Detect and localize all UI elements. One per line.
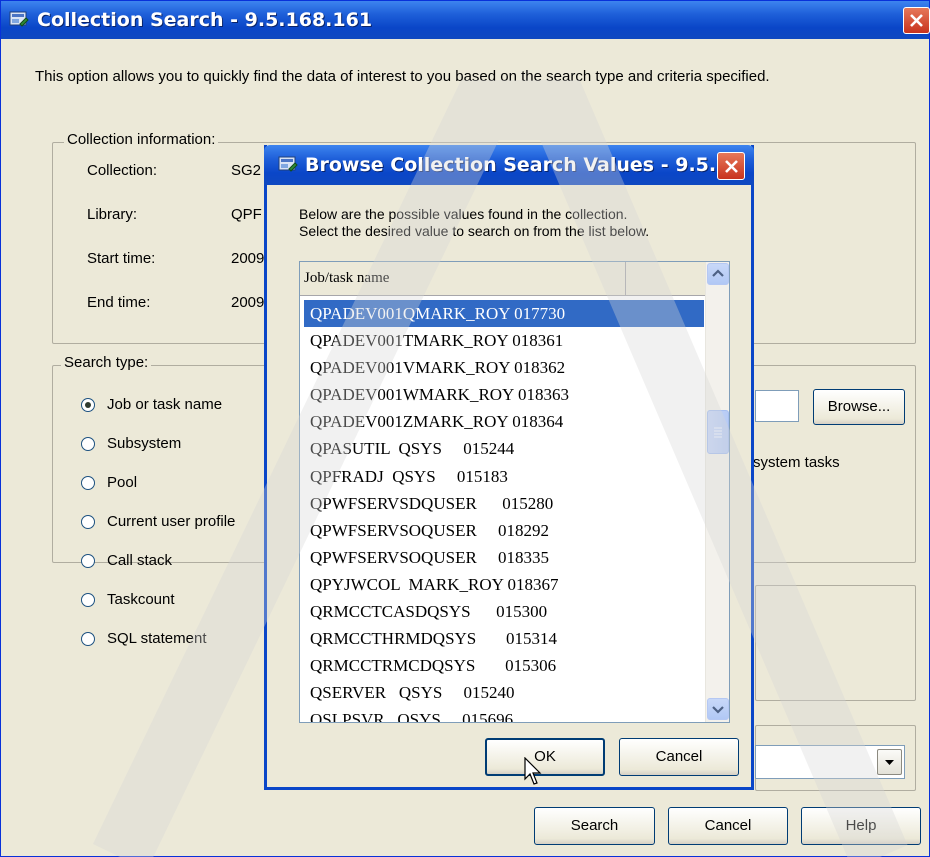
dropdown-arrow-icon: [885, 760, 894, 765]
column-header-job-task-name[interactable]: Job/task name: [300, 262, 626, 295]
list-item[interactable]: QPADEV001VMARK_ROY 018362: [304, 354, 704, 381]
library-label: Library:: [87, 206, 138, 223]
radio-taskcount[interactable]: [81, 593, 95, 607]
cancel-button[interactable]: Cancel: [668, 807, 788, 845]
start-time-value: 2009: [231, 250, 265, 267]
list-item[interactable]: QPASUTIL QSYS 015244: [304, 435, 704, 462]
mouse-cursor-icon: [524, 757, 542, 785]
end-time-label: End time:: [87, 294, 151, 311]
list-item[interactable]: QPADEV001WMARK_ROY 018363: [304, 381, 704, 408]
end-time-value: 2009: [231, 294, 265, 311]
main-close-button[interactable]: [903, 7, 930, 34]
radio-label-pool[interactable]: Pool: [107, 474, 137, 491]
radio-call-stack[interactable]: [81, 554, 95, 568]
radio-label-subsystem[interactable]: Subsystem: [107, 435, 181, 452]
list-item[interactable]: QRMCCTRMCDQSYS 015306: [304, 652, 704, 679]
list-item[interactable]: QPADEV001QMARK_ROY 017730: [304, 300, 704, 328]
dialog-description-line2: Select the desired value to search on fr…: [299, 223, 650, 239]
radio-label-job-or-task-name[interactable]: Job or task name: [107, 396, 222, 413]
list-item[interactable]: QPYJWCOL MARK_ROY 018367: [304, 571, 704, 598]
list-item[interactable]: QPWFSERVSOQUSER 018292: [304, 517, 704, 544]
dialog-titlebar[interactable]: Browse Collection Search Values - 9.5...…: [264, 145, 754, 185]
radio-label-call-stack[interactable]: Call stack: [107, 552, 172, 569]
list-item[interactable]: QPWFSERVSOQUSER 018335: [304, 544, 704, 571]
list-item[interactable]: QPWFSERVSDQUSER 015280: [304, 490, 704, 517]
scroll-thumb[interactable]: [707, 410, 729, 454]
radio-label-sql-statement[interactable]: SQL statement: [107, 630, 207, 647]
collection-label: Collection:: [87, 162, 158, 179]
list-header: Job/task name: [300, 262, 705, 296]
list-item[interactable]: QPADEV001ZMARK_ROY 018364: [304, 408, 704, 435]
options-group: [755, 585, 916, 701]
list-item[interactable]: QPFRADJ QSYS 015183: [304, 463, 704, 490]
collection-info-label: Collection information:: [64, 131, 219, 148]
dialog-title: Browse Collection Search Values - 9.5...…: [305, 154, 738, 176]
search-button[interactable]: Search: [534, 807, 655, 845]
search-type-label: Search type:: [61, 354, 152, 371]
radio-job-or-task-name[interactable]: [81, 398, 95, 412]
scroll-grip-icon: [714, 427, 722, 438]
window-description: This option allows you to quickly find t…: [35, 68, 770, 85]
list-item[interactable]: QRMCCTHRMDQSYS 015314: [304, 625, 704, 652]
browse-values-dialog: Browse Collection Search Values - 9.5...…: [264, 145, 754, 790]
ok-button[interactable]: OK: [485, 738, 605, 776]
start-time-label: Start time:: [87, 250, 156, 267]
radio-label-taskcount[interactable]: Taskcount: [107, 591, 175, 608]
system-tasks-label[interactable]: system tasks: [753, 454, 840, 471]
scroll-down-button[interactable]: [707, 698, 729, 720]
close-icon: [725, 160, 738, 173]
radio-label-current-user-profile[interactable]: Current user profile: [107, 513, 235, 530]
criteria-dropdown[interactable]: [755, 745, 905, 779]
scroll-up-button[interactable]: [707, 263, 729, 285]
search-value-field[interactable]: [755, 390, 799, 422]
help-button[interactable]: Help: [801, 807, 921, 845]
dialog-app-icon: [278, 156, 298, 172]
list-rows: QPADEV001QMARK_ROY 017730 QPADEV001TMARK…: [304, 300, 704, 722]
scroll-down-icon: [712, 706, 724, 714]
dialog-description-line1: Below are the possible values found in t…: [299, 206, 628, 222]
values-listbox[interactable]: Job/task name QPADEV001QMARK_ROY 017730 …: [299, 261, 730, 723]
column-header-empty[interactable]: [626, 262, 705, 295]
list-item[interactable]: QPADEV001TMARK_ROY 018361: [304, 327, 704, 354]
dialog-description: Below are the possible values found in t…: [299, 206, 649, 240]
list-item[interactable]: QRMCCTCASDQSYS 015300: [304, 598, 704, 625]
main-titlebar[interactable]: Collection Search - 9.5.168.161: [1, 1, 930, 39]
radio-pool[interactable]: [81, 476, 95, 490]
browse-button[interactable]: Browse...: [813, 389, 905, 425]
dialog-close-button[interactable]: [717, 152, 745, 180]
window-title: Collection Search - 9.5.168.161: [37, 9, 373, 31]
dialog-cancel-button[interactable]: Cancel: [619, 738, 739, 776]
close-icon: [910, 14, 923, 27]
scroll-up-icon: [712, 269, 724, 277]
radio-current-user-profile[interactable]: [81, 515, 95, 529]
app-icon: [9, 11, 29, 27]
dropdown-button[interactable]: [877, 749, 902, 775]
list-item[interactable]: QSERVER QSYS 015240: [304, 679, 704, 706]
radio-subsystem[interactable]: [81, 437, 95, 451]
library-value: QPF: [231, 206, 262, 223]
collection-value: SG2: [231, 162, 262, 179]
radio-sql-statement[interactable]: [81, 632, 95, 646]
list-scrollbar[interactable]: [705, 262, 729, 722]
list-item[interactable]: QSLPSVR QSYS 015696: [304, 706, 704, 722]
